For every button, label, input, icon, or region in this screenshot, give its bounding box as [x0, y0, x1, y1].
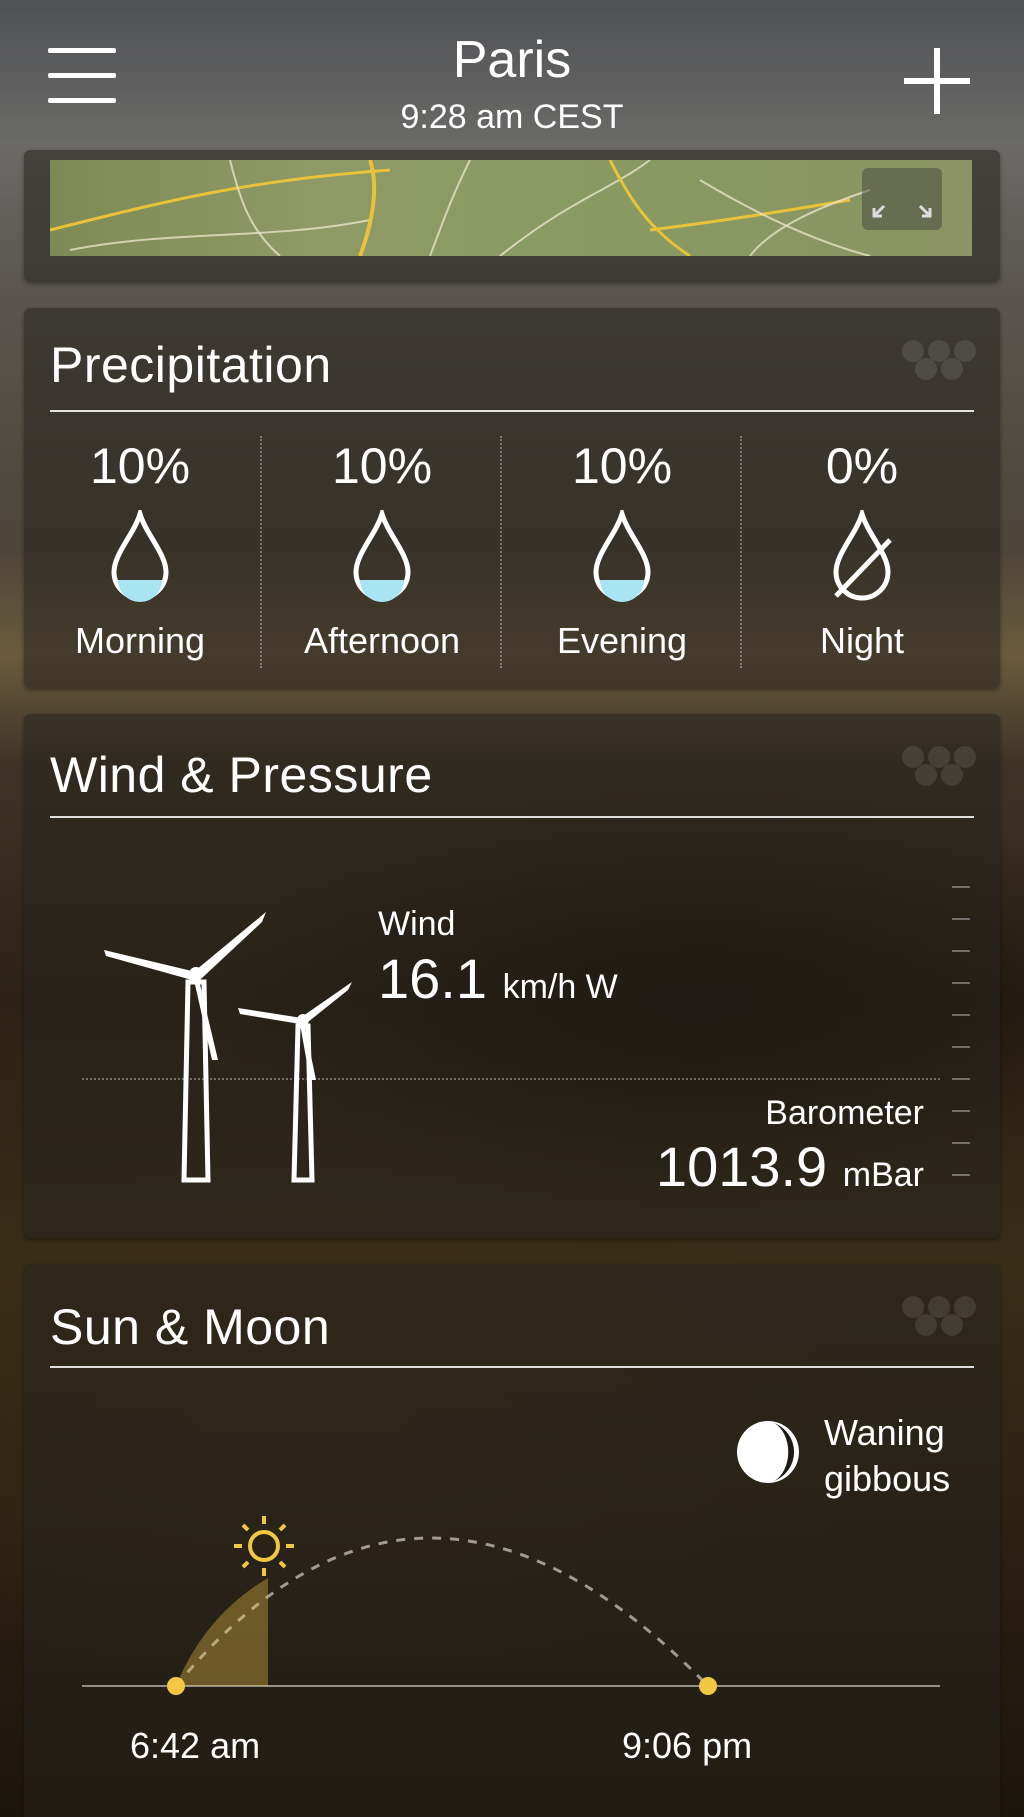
elapsed-daylight-area: [176, 1578, 268, 1686]
precip-chance: 10%: [571, 438, 673, 494]
local-time: 9:28 am CEST: [400, 98, 624, 136]
wind-speed: 16.1: [378, 947, 487, 1010]
no-rain-icon: [833, 510, 892, 601]
city-name: Paris: [452, 31, 572, 89]
moon-phase-line1: Waning: [824, 1412, 945, 1453]
title-divider: [50, 1366, 974, 1368]
sunset-dot: [699, 1677, 717, 1695]
sunrise-dot: [167, 1677, 185, 1695]
expand-arrows-icon[interactable]: [862, 168, 942, 230]
wind-turbine-icon: [104, 912, 352, 1183]
wind-label: Wind: [378, 905, 456, 943]
barometer-reading: 1013.9: [655, 1135, 828, 1198]
raindrop-icon: [593, 510, 651, 602]
barometer-label: Barometer: [765, 1094, 924, 1132]
pressure-scale-ticks: [952, 886, 972, 1178]
drag-handle-icon[interactable]: [902, 746, 982, 786]
precip-morning: 10% Morning: [20, 436, 260, 662]
wind-pressure-title: Wind & Pressure: [50, 747, 433, 803]
precip-night: 0% Night: [742, 436, 982, 662]
sun-moon-title: Sun & Moon: [50, 1299, 331, 1355]
precipitation-title: Precipitation: [50, 337, 332, 393]
sun-path-diagram: [82, 1516, 940, 1695]
precip-chance: 10%: [331, 438, 433, 494]
barometer-value: 1013.9 mBar: [656, 1134, 924, 1199]
moon-phase-icon: [737, 1421, 799, 1483]
drag-handle-icon[interactable]: [902, 1296, 982, 1336]
period-label: Morning: [74, 620, 206, 661]
plus-icon[interactable]: [904, 48, 970, 114]
raindrop-icon: [111, 510, 169, 602]
barometer-unit: mBar: [842, 1156, 924, 1194]
title-divider: [50, 410, 974, 412]
map-view[interactable]: [50, 160, 972, 256]
sunrise-time: 6:42 am: [130, 1725, 261, 1766]
period-label: Afternoon: [303, 620, 461, 661]
precip-evening: 10% Evening: [502, 436, 742, 662]
wind-unit: km/h W: [502, 968, 618, 1006]
period-label: Evening: [556, 620, 688, 661]
raindrop-icon: [353, 510, 411, 602]
period-label: Night: [819, 620, 905, 661]
drag-handle-icon[interactable]: [902, 340, 982, 380]
precip-afternoon: 10% Afternoon: [262, 436, 502, 662]
wind-value: 16.1 km/h W: [378, 946, 618, 1011]
precip-chance: 10%: [89, 438, 191, 494]
precip-chance: 0%: [825, 438, 899, 494]
sunset-time: 9:06 pm: [622, 1725, 753, 1766]
title-divider: [50, 816, 974, 818]
sun-icon: [234, 1516, 294, 1576]
map-roads: [50, 160, 871, 256]
